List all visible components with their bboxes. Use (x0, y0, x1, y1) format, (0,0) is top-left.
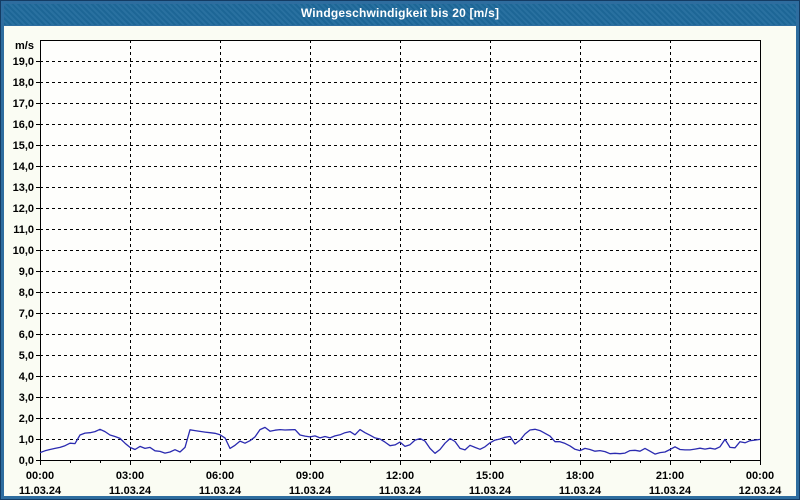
x-tick-date-label: 11.03.24 (199, 485, 242, 497)
y-tick-label: 3,0 (19, 392, 34, 404)
x-tick-date-label: 11.03.24 (19, 485, 62, 497)
y-tick-label: 19,0 (13, 56, 34, 68)
y-tick-label: 4,0 (19, 371, 34, 383)
y-tick-label: 2,0 (19, 413, 34, 425)
y-tick-label: 10,0 (13, 245, 34, 257)
x-tick-time-label: 00:00 (746, 470, 774, 482)
x-tick-date-label: 11.03.24 (559, 485, 602, 497)
x-tick-date-label: 11.03.24 (379, 485, 422, 497)
x-tick-date-label: 12.03.24 (739, 485, 783, 497)
x-tick-time-label: 12:00 (386, 470, 414, 482)
y-tick-label: 7,0 (19, 308, 34, 320)
y-tick-label: 16,0 (13, 119, 34, 131)
y-tick-label: 8,0 (19, 287, 34, 299)
wind-speed-line-chart: 0,0 1,0 2,0 3,0 4,0 5,0 6,0 7,0 8,0 9,0 10,0 11,0 12… (13, 40, 783, 497)
x-tick-date-label: 11.03.24 (289, 485, 332, 497)
x-tick-time-label: 03:00 (116, 470, 144, 482)
y-tick-label: 15,0 (13, 140, 34, 152)
x-tick-time-label: 15:00 (476, 470, 504, 482)
x-tick-time-label: 21:00 (656, 470, 684, 482)
y-tick-label: 9,0 (19, 266, 34, 278)
y-tick-label: 17,0 (13, 98, 34, 110)
y-tick-label: 5,0 (19, 350, 34, 362)
x-tick-date-label: 11.03.24 (469, 485, 512, 497)
x-tick-time-label: 06:00 (206, 470, 234, 482)
y-tick-label: 12,0 (13, 203, 34, 215)
x-tick-time-label: 09:00 (296, 470, 324, 482)
y-axis-unit-label: m/s (15, 40, 34, 52)
y-tick-label: 11,0 (13, 224, 34, 236)
x-tick-date-label: 11.03.24 (109, 485, 152, 497)
x-tick-time-label: 00:00 (26, 470, 54, 482)
wind-chart-window: Windgeschwindigkeit bis 20 [m/s] 0,0 1,0 2… (0, 0, 800, 500)
y-tick-label: 13,0 (13, 182, 34, 194)
chart-title: Windgeschwindigkeit bis 20 [m/s] (300, 6, 500, 20)
x-tick-time-label: 18:00 (566, 470, 594, 482)
title-bar: Windgeschwindigkeit bis 20 [m/s] (1, 1, 799, 26)
y-tick-label: 1,0 (19, 434, 34, 446)
x-tick-date-label: 11.03.24 (649, 485, 692, 497)
y-tick-label: 6,0 (19, 329, 34, 341)
y-tick-label: 18,0 (13, 77, 34, 89)
y-tick-label: 0,0 (19, 455, 34, 467)
y-tick-label: 14,0 (13, 161, 34, 173)
